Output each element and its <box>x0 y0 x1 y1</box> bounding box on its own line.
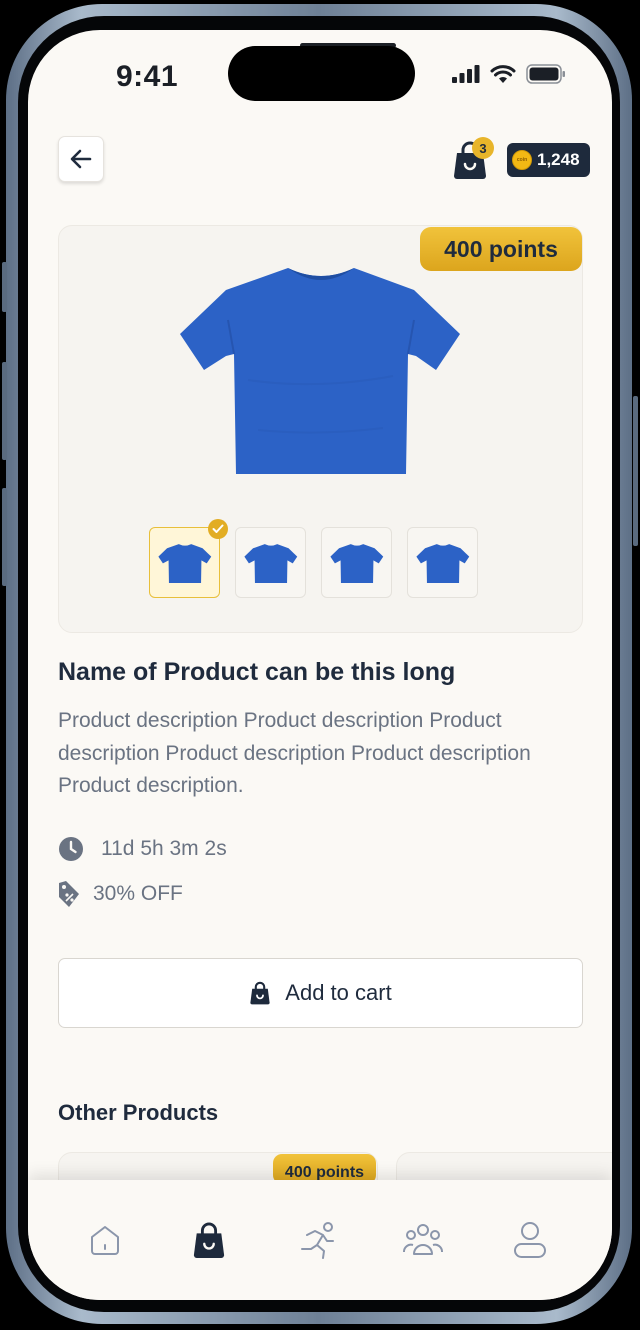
tshirt-thumbnail-icon <box>157 543 211 583</box>
app-screen: 9:41 3 coin 1,248 400 points Name of Pro… <box>28 30 612 1300</box>
thumbnail-strip <box>149 519 478 598</box>
thumbnail-2[interactable] <box>235 527 306 598</box>
community-icon <box>403 1224 443 1255</box>
tab-community[interactable] <box>401 1218 445 1262</box>
tab-profile[interactable] <box>508 1218 552 1262</box>
add-to-cart-label: Add to cart <box>285 980 392 1005</box>
discount-text: 30% OFF <box>93 882 183 905</box>
tab-home[interactable] <box>83 1218 127 1262</box>
points-balance[interactable]: coin 1,248 <box>507 143 590 177</box>
countdown-row: 11d 5h 3m 2s <box>58 836 227 862</box>
points-balance-value: 1,248 <box>537 150 580 169</box>
volume-down-button <box>2 488 7 586</box>
thumbnail-1[interactable] <box>149 519 228 598</box>
countdown-text: 11d 5h 3m 2s <box>101 837 227 860</box>
product-description: Product description Product description … <box>58 709 531 797</box>
product-name: Name of Product can be this long <box>58 658 456 686</box>
power-button <box>633 396 638 546</box>
tshirt-thumbnail-icon <box>243 543 297 583</box>
tab-shop[interactable] <box>187 1218 231 1262</box>
discount-tag-icon <box>59 881 79 907</box>
mute-switch <box>2 262 7 312</box>
profile-icon <box>514 1222 546 1258</box>
shopping-bag-icon <box>250 981 270 1005</box>
thumbnail-4[interactable] <box>407 527 478 598</box>
wifi-icon <box>490 64 516 83</box>
tshirt-thumbnail-icon <box>329 543 383 583</box>
coin-icon: coin <box>512 150 532 170</box>
arrow-left-icon <box>70 149 92 169</box>
tab-activity[interactable] <box>296 1218 340 1262</box>
thumbnail-3[interactable] <box>321 527 392 598</box>
back-button[interactable] <box>58 136 104 182</box>
battery-icon <box>526 64 565 84</box>
status-time: 9:41 <box>116 60 179 93</box>
bottom-tab-bar <box>28 1180 612 1300</box>
selected-check-icon <box>208 519 228 539</box>
signal-icon <box>452 65 480 83</box>
product-image-tshirt <box>180 268 460 474</box>
shopping-bag-icon <box>193 1222 225 1258</box>
status-icons <box>452 64 566 84</box>
cart-count-badge: 3 <box>472 137 494 159</box>
clock-icon <box>59 837 83 861</box>
home-icon <box>91 1226 119 1255</box>
tshirt-thumbnail-icon <box>415 543 469 583</box>
running-icon <box>301 1222 334 1259</box>
discount-row: 30% OFF <box>58 880 183 908</box>
add-to-cart-button[interactable]: Add to cart <box>58 958 583 1028</box>
volume-up-button <box>2 362 7 460</box>
other-products-heading: Other Products <box>58 1100 219 1125</box>
dynamic-island <box>228 46 415 101</box>
